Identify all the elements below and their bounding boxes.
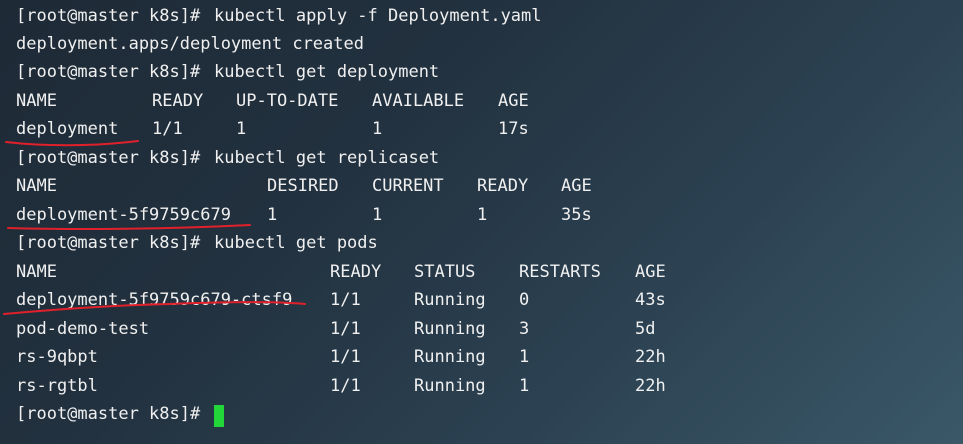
- column-header: AGE: [635, 262, 666, 282]
- column-header: READY: [152, 91, 204, 111]
- table-cell: 1: [519, 347, 530, 367]
- table-cell: 17s: [498, 119, 529, 139]
- column-header: DESIRED: [267, 176, 339, 196]
- output-text: deployment.apps/deployment created: [16, 34, 364, 54]
- table-cell: 1/1: [330, 347, 361, 367]
- command-text: kubectl apply -f Deployment.yaml: [214, 6, 542, 26]
- table-cell: 1: [519, 376, 530, 396]
- table-cell: rs-rgtbl: [16, 376, 98, 396]
- table-cell: 1: [372, 205, 383, 225]
- table-cell: 0: [519, 290, 530, 310]
- table-cell: 22h: [635, 347, 666, 367]
- table-cell: 1/1: [330, 376, 361, 396]
- column-header: AVAILABLE: [372, 91, 465, 111]
- terminal-window[interactable]: [root@master k8s]# kubectl apply -f Depl…: [0, 0, 963, 444]
- shell-prompt: [root@master k8s]#: [16, 62, 201, 82]
- table-cell: 1: [372, 119, 383, 139]
- command-text: kubectl get deployment: [214, 62, 440, 82]
- shell-prompt: [root@master k8s]#: [16, 6, 201, 26]
- table-cell: deployment: [16, 119, 119, 139]
- column-header: AGE: [498, 91, 529, 111]
- column-header: RESTARTS: [519, 262, 601, 282]
- table-cell: Running: [414, 376, 486, 396]
- shell-prompt: [root@master k8s]#: [16, 148, 201, 168]
- table-cell: pod-demo-test: [16, 319, 150, 339]
- table-cell: 1/1: [330, 290, 361, 310]
- text-cursor[interactable]: [214, 400, 224, 428]
- column-header: UP-TO-DATE: [236, 91, 339, 111]
- column-header: NAME: [16, 176, 57, 196]
- table-cell: Running: [414, 290, 486, 310]
- cursor-block: [214, 404, 224, 427]
- table-cell: 5d: [635, 319, 656, 339]
- table-cell: 1/1: [152, 119, 183, 139]
- table-cell: 22h: [635, 376, 666, 396]
- table-cell: deployment-5f9759c679: [16, 205, 231, 225]
- column-header: NAME: [16, 91, 57, 111]
- table-cell: deployment-5f9759c679-ctsf9: [16, 290, 293, 310]
- column-header: NAME: [16, 262, 57, 282]
- table-cell: 3: [519, 319, 530, 339]
- column-header: CURRENT: [372, 176, 444, 196]
- table-cell: rs-9qbpt: [16, 347, 98, 367]
- table-cell: 43s: [635, 290, 666, 310]
- table-cell: 1/1: [330, 319, 361, 339]
- column-header: READY: [477, 176, 529, 196]
- column-header: STATUS: [414, 262, 476, 282]
- table-cell: 1: [267, 205, 278, 225]
- shell-prompt: [root@master k8s]#: [16, 233, 201, 253]
- command-text: kubectl get pods: [214, 233, 378, 253]
- column-header: AGE: [561, 176, 592, 196]
- column-header: READY: [330, 262, 382, 282]
- table-cell: Running: [414, 347, 486, 367]
- shell-prompt: [root@master k8s]#: [16, 404, 201, 424]
- table-cell: Running: [414, 319, 486, 339]
- command-text: kubectl get replicaset: [214, 148, 440, 168]
- table-cell: 1: [236, 119, 247, 139]
- table-cell: 1: [477, 205, 488, 225]
- table-cell: 35s: [561, 205, 592, 225]
